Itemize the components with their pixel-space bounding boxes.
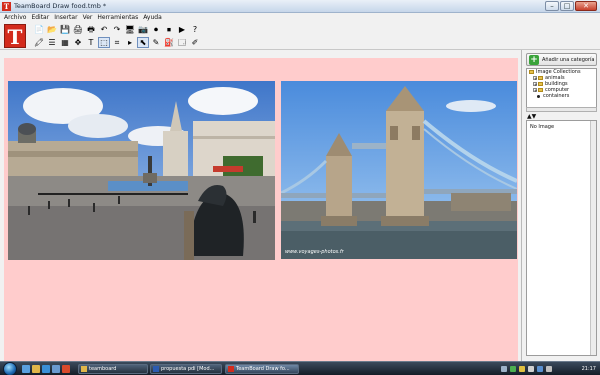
add-category-label: Añadir una categoría [542,56,595,63]
up-down-arrows-icon[interactable]: ▲▼ [527,113,536,120]
teamboard-logo-button[interactable]: T [4,24,26,49]
system-tray: 21:17 [498,362,600,375]
show-desktop-icon[interactable] [22,365,30,373]
bullet-icon [537,94,540,98]
tray-app-icon[interactable] [537,366,543,372]
open-folder-icon[interactable]: 📂 [46,24,58,35]
window-controls: – □ ✕ [545,1,597,11]
toolbar: T 📄 📂 💾 🖨 🖶 ↶ ↷ 🖥 📷 ⏺ ⏹ ▶? 🖍 ☰ ▦ ✥ T ⬚ ⌗ ▸ ⬉ ✎ ⛽ 🗔 ✐ [0,22,600,50]
taskbar: teamboard propuesta pdi [Mod... TeamBoar… [0,361,600,375]
menu-insertar[interactable]: Insertar [54,14,77,21]
expand-plus-icon[interactable]: + [533,82,537,87]
folder-icon [538,88,543,92]
taskbar-button-teamboard-draw[interactable]: TeamBoard Draw fo... [225,364,299,374]
tree-item-label: containers [543,93,570,99]
expand-plus-icon[interactable]: + [533,88,537,93]
close-button[interactable]: ✕ [575,1,597,11]
fill-bucket-icon[interactable]: ⛽ [163,37,175,48]
menu-archivo[interactable]: Archivo [4,14,26,21]
folder-icon [81,366,87,372]
image-collections-tree[interactable]: Image Collections + animals + buildings … [526,68,597,108]
window-title: TeamBoard Draw food.tmb * [14,2,107,10]
photo-watermark: www.voyages-photos.fr [285,249,344,255]
camera-icon[interactable]: 📷 [137,24,149,35]
screen-capture-icon[interactable]: 🗔 [176,37,188,48]
pointer-icon[interactable]: ⬉ [137,37,149,48]
menu-ayuda[interactable]: Ayuda [143,14,162,21]
task-label: TeamBoard Draw fo... [236,366,290,372]
tray-security-icon[interactable] [519,366,525,372]
add-green-plus-icon: + [529,54,539,65]
minimize-button[interactable]: – [545,1,559,11]
pen-icon[interactable]: ✎ [150,37,162,48]
folder-icon [538,76,543,80]
folder-open-icon [529,70,534,74]
new-file-icon[interactable]: 📄 [33,24,45,35]
help-icon[interactable]: ? [189,24,201,35]
eraser-icon[interactable]: ✐ [189,37,201,48]
app-logo-icon: T [2,2,11,11]
menu-editar[interactable]: Editar [31,14,49,21]
canvas-area: www.voyages-photos.fr [0,50,521,361]
grid-icon[interactable]: ▦ [59,37,71,48]
print-icon[interactable]: 🖨 [72,24,84,35]
shapes-icon[interactable]: ✥ [72,37,84,48]
trafalgar-square-photo[interactable] [8,81,275,260]
menu-herramientas[interactable]: Herramientas [97,14,138,21]
switch-windows-icon[interactable] [52,365,60,373]
select-region-icon[interactable]: ⬚ [98,37,110,48]
tree-horizontal-scrollbar[interactable] [526,107,597,112]
ie-quicklaunch-icon[interactable] [42,365,50,373]
task-label: propuesta pdi [Mod... [161,366,215,372]
save-icon[interactable]: 💾 [59,24,71,35]
start-button-icon[interactable] [3,362,17,375]
redo-icon[interactable]: ↷ [111,24,123,35]
monitor-icon[interactable]: 🖥 [124,24,136,35]
expand-plus-icon[interactable]: + [533,76,537,81]
task-label: teamboard [89,366,117,372]
image-preview-pane: No Image [526,120,597,356]
teamboard-app-icon [228,366,234,372]
maximize-button[interactable]: □ [560,1,574,11]
tray-network-icon[interactable] [510,366,516,372]
stop-icon[interactable]: ⏹ [163,24,175,35]
preview-vertical-scrollbar[interactable] [590,121,596,355]
record-icon[interactable]: ⏺ [150,24,162,35]
tray-expand-icon[interactable] [501,366,507,372]
explorer-quicklaunch-icon[interactable] [32,365,40,373]
text-tool-icon[interactable]: T [85,37,97,48]
folder-icon [538,82,543,86]
word-document-icon [153,366,159,372]
crop-icon[interactable]: ⌗ [111,37,123,48]
tray-power-icon[interactable] [546,366,552,372]
drawing-canvas[interactable]: www.voyages-photos.fr [4,58,518,361]
tower-bridge-photo[interactable]: www.voyages-photos.fr [281,81,517,259]
tray-volume-icon[interactable] [528,366,534,372]
no-image-text: No Image [530,124,555,130]
taskbar-button-propuesta[interactable]: propuesta pdi [Mod... [150,364,222,374]
image-library-panel: + Añadir una categoría Image Collections… [521,50,600,361]
menu-ver[interactable]: Ver [83,14,93,21]
add-category-button[interactable]: + Añadir una categoría [526,53,597,66]
play-icon[interactable]: ▶ [176,24,188,35]
arrow-right-icon[interactable]: ▸ [124,37,136,48]
toolbar-row-main: 📄 📂 💾 🖨 🖶 ↶ ↷ 🖥 📷 ⏺ ⏹ ▶? [33,24,201,35]
print-preview-icon[interactable]: 🖶 [85,24,97,35]
highlighter-icon[interactable]: 🖍 [33,37,45,48]
taskbar-button-teamboard[interactable]: teamboard [78,364,148,374]
title-bar: T TeamBoard Draw food.tmb * – □ ✕ [0,0,600,13]
toolbar-row-drawing: 🖍 ☰ ▦ ✥ T ⬚ ⌗ ▸ ⬉ ✎ ⛽ 🗔 ✐ [33,37,201,48]
menu-bar: Archivo Editar Insertar Ver Herramientas… [0,13,600,22]
line-width-icon[interactable]: ☰ [46,37,58,48]
undo-icon[interactable]: ↶ [98,24,110,35]
app-quicklaunch-icon[interactable] [62,365,70,373]
tree-item-containers[interactable]: containers [527,93,596,99]
taskbar-clock[interactable]: 21:17 [582,366,596,372]
